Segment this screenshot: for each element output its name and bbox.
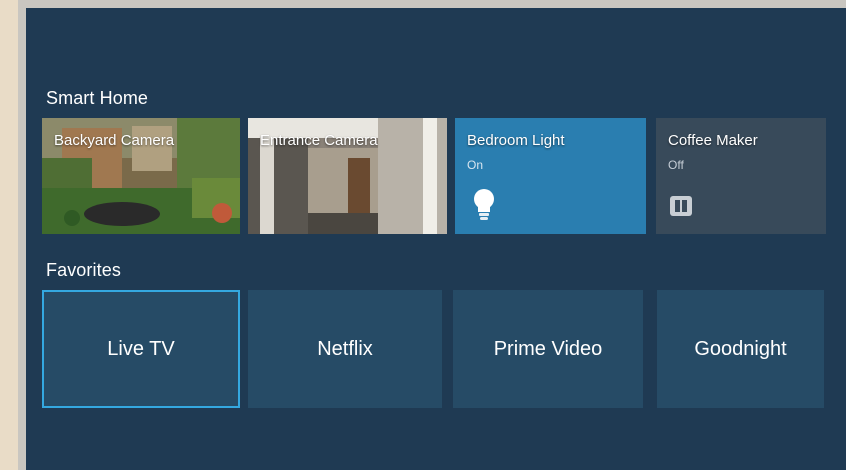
favorite-live-tv[interactable]: Live TV [42, 290, 240, 408]
favorite-goodnight[interactable]: Goodnight [657, 290, 824, 408]
tile-label: Coffee Maker [668, 132, 758, 149]
tile-label: Backyard Camera [54, 132, 175, 149]
favorite-netflix[interactable]: Netflix [248, 290, 442, 408]
tile-status: On [467, 158, 484, 172]
smart-home-dashboard: Smart Home Backyard Camera Entrance Came… [26, 8, 846, 470]
pause-icon [670, 196, 692, 216]
backyard-camera-tile[interactable]: Backyard Camera [42, 118, 240, 234]
favorite-label: Live TV [107, 337, 175, 360]
tile-status: Off [668, 158, 684, 172]
smart-home-heading: Smart Home [46, 88, 149, 108]
favorite-label: Prime Video [493, 337, 603, 360]
coffee-maker-tile[interactable]: Coffee Maker Off [656, 118, 826, 234]
tile-label: Entrance Camera [260, 132, 378, 149]
favorite-label: Goodnight [694, 337, 787, 360]
lightbulb-icon [474, 189, 494, 220]
favorite-label: Netflix [317, 337, 373, 360]
tile-label: Bedroom Light [467, 132, 565, 149]
entrance-camera-tile[interactable]: Entrance Camera [248, 118, 447, 234]
favorites-heading: Favorites [46, 260, 121, 280]
bedroom-light-tile[interactable]: Bedroom Light On [455, 118, 646, 234]
favorite-prime-video[interactable]: Prime Video [453, 290, 643, 408]
